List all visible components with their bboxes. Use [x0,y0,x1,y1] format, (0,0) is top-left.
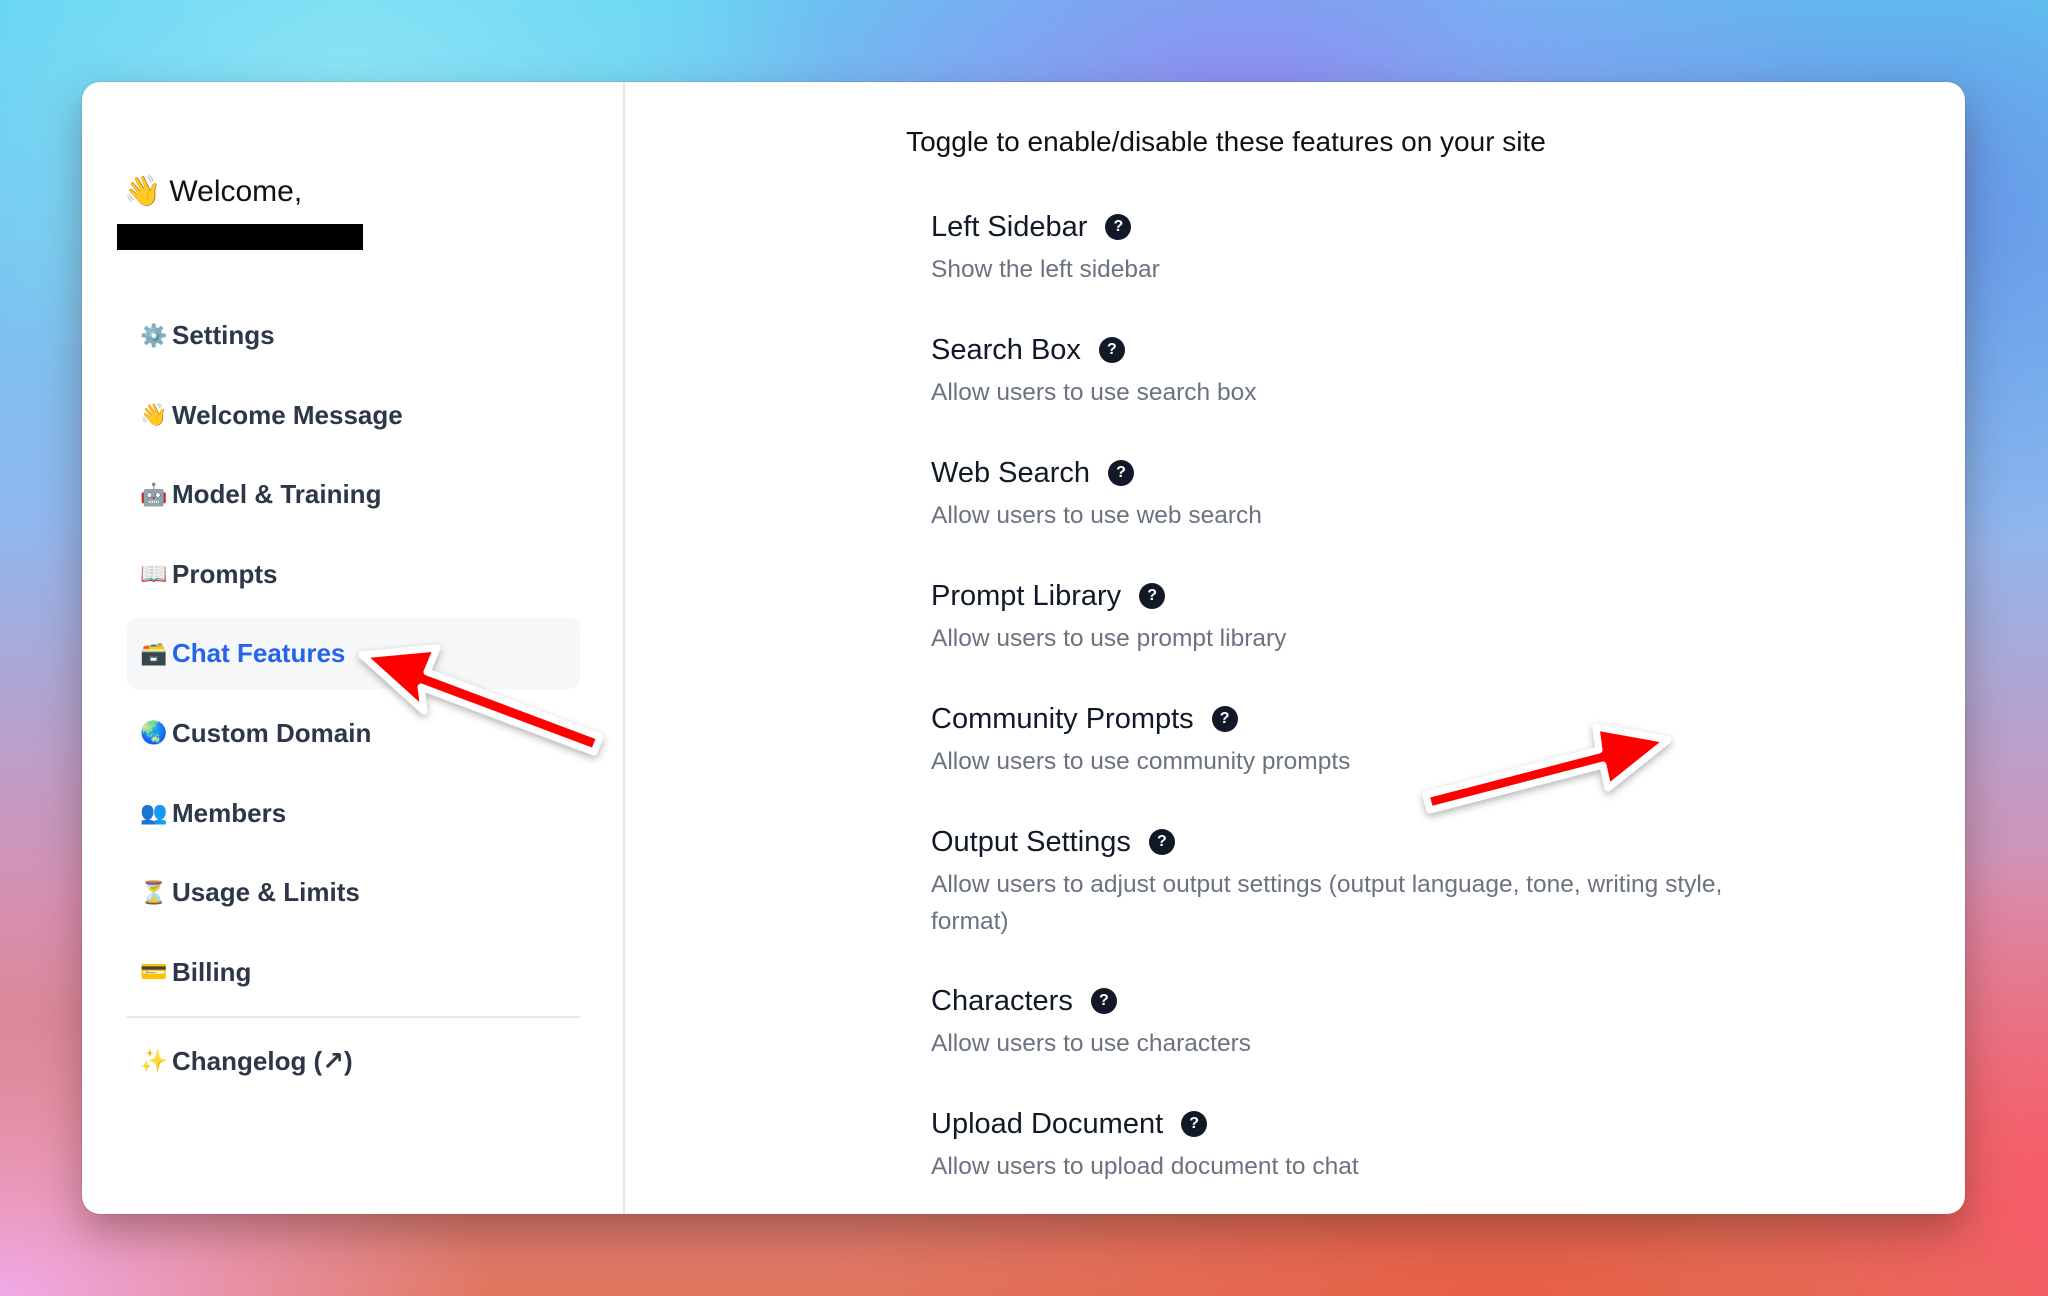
welcome-greeting: 👋 Welcome, [124,174,302,209]
card-file-box-icon: 🗃️ [140,640,168,666]
robot-icon: 🤖 [140,481,168,507]
sidebar-item-label: Settings [172,320,275,350]
sparkles-icon: ✨ [140,1048,168,1074]
sidebar-item-settings[interactable]: ⚙️ Settings [127,300,580,371]
credit-card-icon: 💳 [140,959,168,985]
sidebar-item-label: Model & Training [172,479,382,510]
feature-title: Community Prompts [931,702,1194,735]
welcome-text: Welcome, [169,174,303,208]
sidebar-item-label: Welcome Message [172,399,403,430]
redacted-username [117,224,363,250]
feature-title: Search Box [931,333,1081,366]
feature-row-search-box: Search Box ? Allow users to use search b… [931,332,1931,411]
sidebar-item-changelog-link[interactable]: ✨ Changelog (↗) [127,1032,580,1090]
sidebar-item-billing[interactable]: 💳 Billing [127,937,580,1008]
sidebar-divider [127,1016,580,1019]
sidebar-item-label: Chat Features [172,638,346,669]
feature-title: Left Sidebar [931,210,1088,243]
help-icon[interactable]: ? [1105,214,1132,240]
feature-row-web-search: Web Search ? Allow users to use web sear… [931,455,1931,534]
sidebar-item-label: Prompts [172,558,278,589]
feature-description: Show the left sidebar [931,256,1160,283]
help-icon[interactable]: ? [1090,988,1117,1014]
feature-row-output-settings: Output Settings ? Allow users to adjust … [931,824,1931,940]
waving-hand-icon: 👋 [124,175,162,208]
feature-row-community-prompts: Community Prompts ? Allow users to use c… [931,701,1931,780]
sidebar-item-label: Members [172,797,287,828]
feature-description: Allow users to use web search [931,502,1262,529]
sidebar-nav: ⚙️ Settings 👋 Welcome Message 🤖 Model & … [127,300,580,1099]
feature-description: Allow users to use community prompts [931,748,1351,775]
feature-row-left-sidebar: Left Sidebar ? Show the left sidebar [931,209,1931,288]
sidebar-item-chat-features[interactable]: 🗃️ Chat Features [127,618,580,690]
chat-features-panel: Toggle to enable/disable these features … [627,82,1965,1214]
waving-hand-icon: 👋 [140,402,168,428]
gear-icon: ⚙️ [140,322,168,348]
sidebar-item-label: Billing [172,956,252,987]
page-description: Toggle to enable/disable these features … [906,126,1546,157]
members-icon: 👥 [140,800,168,826]
feature-row-upload-document: Upload Document ? Allow users to upload … [931,1106,1931,1185]
feature-description: Allow users to upload document to chat [931,1153,1359,1180]
hourglass-icon: ⏳ [140,879,168,905]
sidebar-item-usage-limits[interactable]: ⏳ Usage & Limits [127,857,580,928]
help-icon[interactable]: ? [1108,460,1135,486]
help-icon[interactable]: ? [1211,706,1238,732]
help-icon[interactable]: ? [1181,1111,1208,1137]
sidebar-item-members[interactable]: 👥 Members [127,778,580,849]
sidebar-item-model-training[interactable]: 🤖 Model & Training [127,459,580,530]
feature-description: Allow users to adjust output settings (o… [931,871,1723,935]
feature-description: Allow users to use search box [931,379,1257,406]
sidebar-item-label: Usage & Limits [172,877,360,908]
sidebar-item-prompts[interactable]: 📖 Prompts [127,539,580,610]
feature-title: Upload Document [931,1107,1164,1140]
feature-row-characters: Characters ? Allow users to use characte… [931,983,1931,1062]
feature-title: Prompt Library [931,579,1122,612]
feature-description: Allow users to use characters [931,1030,1251,1057]
sidebar-item-label: Custom Domain [172,717,372,748]
settings-window: 👋 Welcome, ⚙️ Settings 👋 Welcome Message… [82,82,1965,1214]
sidebar-item-custom-domain[interactable]: 🌏 Custom Domain [127,698,580,769]
sidebar: 👋 Welcome, ⚙️ Settings 👋 Welcome Message… [82,82,625,1214]
sidebar-item-welcome-message[interactable]: 👋 Welcome Message [127,380,580,451]
feature-title: Web Search [931,456,1091,489]
feature-description: Allow users to use prompt library [931,625,1287,652]
help-icon[interactable]: ? [1098,337,1125,363]
feature-title: Output Settings [931,825,1131,858]
globe-icon: 🌏 [140,720,168,746]
feature-row-prompt-library: Prompt Library ? Allow users to use prom… [931,578,1931,657]
help-icon[interactable]: ? [1139,583,1166,609]
sidebar-item-label: Changelog (↗) [172,1045,353,1076]
feature-title: Characters [931,984,1073,1017]
book-icon: 📖 [140,561,168,587]
help-icon[interactable]: ? [1148,829,1175,855]
